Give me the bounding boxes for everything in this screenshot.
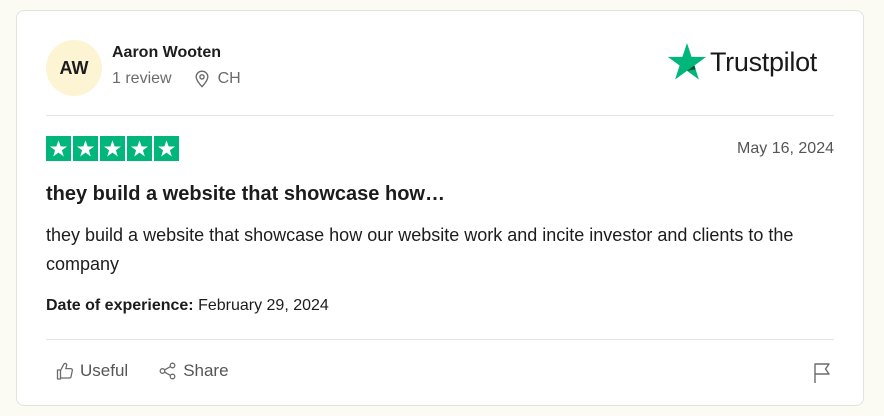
review-count: 1 review [112,70,172,87]
reviewer-location: CH [217,70,241,87]
avatar-initials: AW [59,57,89,78]
trustpilot-logo[interactable]: Trustpilot [667,40,817,84]
rating-star-icon [46,136,71,161]
reviewer-meta: 1 review CH [112,70,241,88]
avatar[interactable]: AW [46,40,102,96]
review-title[interactable]: they build a website that showcase how… [46,183,445,206]
rating-star-icon [100,136,125,161]
review-actions: Useful Share [55,361,229,381]
review-body: they build a website that showcase how o… [46,225,794,274]
trustpilot-star-icon [667,43,707,80]
date-of-experience: Date of experience: February 29, 2024 [46,297,329,315]
rating-star-icon [154,136,179,161]
reviewer-name[interactable]: Aaron Wooten [112,44,221,62]
share-label: Share [183,361,229,380]
rating-star-icon [73,136,98,161]
useful-button[interactable]: Useful [55,361,128,381]
review-card: AW Aaron Wooten 1 review CH Trustpilot M… [16,10,864,406]
experience-date: February 29, 2024 [198,297,329,314]
trustpilot-wordmark: Trustpilot [709,46,817,77]
header-divider [46,115,834,116]
rating-star-icon [127,136,152,161]
flag-icon[interactable] [812,361,834,385]
experience-label: Date of experience: [46,297,194,314]
star-rating [46,136,179,161]
map-pin-icon [194,70,210,88]
thumbs-up-icon [56,362,73,380]
share-button[interactable]: Share [158,361,229,381]
review-date: May 16, 2024 [737,140,834,157]
useful-label: Useful [80,361,129,380]
review-header: AW Aaron Wooten 1 review CH Trustpilot [46,40,834,98]
footer-divider [46,339,834,340]
share-icon [159,362,176,380]
